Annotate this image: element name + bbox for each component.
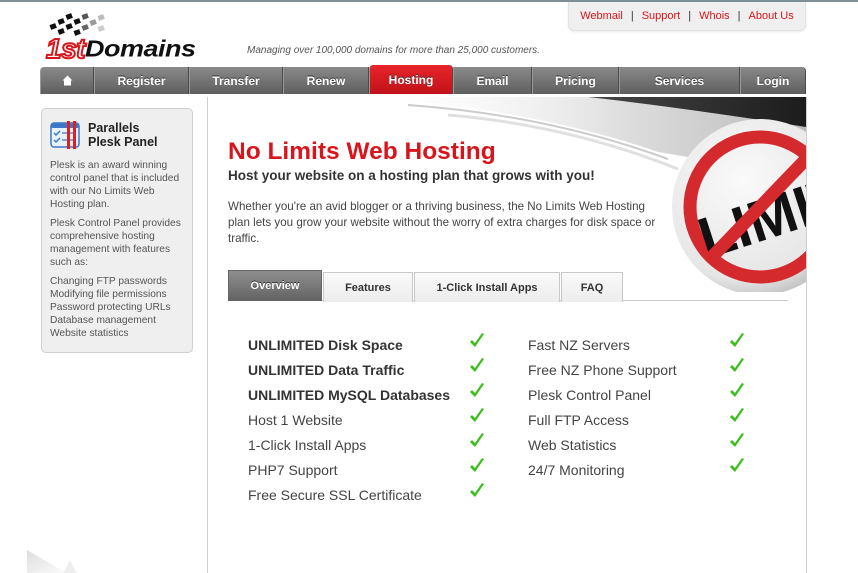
sidebar-header: Parallels Plesk Panel: [50, 119, 184, 151]
nav-services[interactable]: Services: [619, 67, 740, 94]
logo-rest: Domains: [84, 36, 196, 62]
feature-row: Host 1 Website: [248, 408, 498, 435]
nav-login[interactable]: Login: [740, 67, 806, 94]
feature-label: Fast NZ Servers: [528, 337, 630, 353]
sidebar-feature-list: Changing FTP passwords Modifying file pe…: [50, 275, 184, 340]
features-right-list: Fast NZ Servers Free NZ Phone Support Ples…: [528, 333, 758, 485]
page-subtitle: Host your website on a hosting plan that…: [228, 168, 595, 183]
feature-label: PHP7 Support: [248, 462, 338, 478]
checkmark-icon: [730, 408, 744, 422]
utility-links: Webmail | Support | Whois | About Us: [568, 2, 806, 31]
nav-register[interactable]: Register: [94, 67, 189, 94]
sidebar-feature: Password protecting URLs: [50, 302, 171, 313]
nav-hosting[interactable]: Hosting: [369, 65, 453, 94]
feature-label: Free NZ Phone Support: [528, 362, 677, 378]
sidebar-para-1: Plesk is an award winning control panel …: [50, 160, 180, 210]
no-limits-badge: LIMITS: [672, 119, 806, 292]
separator: |: [688, 10, 692, 22]
nav-renew[interactable]: Renew: [283, 67, 369, 94]
sidebar-title: Parallels Plesk Panel: [88, 121, 158, 149]
sidebar-feature: Changing FTP passwords: [50, 276, 168, 287]
nav-email[interactable]: Email: [453, 67, 532, 94]
feature-label: Plesk Control Panel: [528, 387, 651, 403]
feature-row: Full FTP Access: [528, 408, 758, 435]
plesk-sidebar-box: Parallels Plesk Panel Plesk is an award …: [41, 108, 193, 353]
main-nav: Register Transfer Renew Hosting Email Pr…: [40, 65, 806, 94]
checkmark-icon: [470, 408, 484, 422]
feature-row: 1-Click Install Apps: [248, 433, 498, 460]
features-left-list: UNLIMITED Disk Space UNLIMITED Data Traff…: [248, 333, 498, 510]
feature-label: Free Secure SSL Certificate: [248, 487, 422, 503]
webmail-link[interactable]: Webmail: [580, 10, 623, 22]
checkmark-icon: [470, 333, 484, 347]
corner-swoosh: [27, 550, 77, 573]
sidebar-feature: Modifying file permissions: [50, 289, 167, 300]
home-icon: [62, 75, 72, 86]
plesk-panel-icon: [50, 121, 80, 149]
checkmark-icon: [730, 458, 744, 472]
nav-transfer[interactable]: Transfer: [189, 67, 283, 94]
tagline: Managing over 100,000 domains for more t…: [247, 45, 540, 56]
intro-paragraph: Whether you're an avid blogger or a thri…: [228, 200, 656, 245]
feature-label: Web Statistics: [528, 437, 617, 453]
about-us-link[interactable]: About Us: [749, 10, 794, 22]
feature-row: UNLIMITED MySQL Databases: [248, 383, 498, 410]
content-right-border: [806, 97, 807, 573]
feature-label: UNLIMITED Data Traffic: [248, 362, 405, 378]
sidebar-feature: Database management: [50, 315, 156, 326]
checkmark-icon: [470, 458, 484, 472]
feature-row: Plesk Control Panel: [528, 383, 758, 410]
checkmark-icon: [730, 383, 744, 397]
logo-wordmark: 1stDomains: [45, 33, 196, 65]
support-link[interactable]: Support: [642, 10, 681, 22]
feature-label: 1-Click Install Apps: [248, 437, 367, 453]
feature-label: UNLIMITED Disk Space: [248, 337, 403, 353]
page-title: No Limits Web Hosting: [228, 138, 496, 165]
feature-row: UNLIMITED Data Traffic: [248, 358, 498, 385]
tab-features[interactable]: Features: [323, 272, 413, 302]
nav-home[interactable]: [40, 67, 94, 94]
feature-row: 24/7 Monitoring: [528, 458, 758, 485]
nav-pricing[interactable]: Pricing: [532, 67, 619, 94]
feature-row: UNLIMITED Disk Space: [248, 333, 498, 360]
checkmark-icon: [470, 433, 484, 447]
feature-label: Host 1 Website: [248, 412, 343, 428]
content-tabs: Overview Features 1-Click Install Apps F…: [228, 270, 788, 302]
checkmark-icon: [470, 358, 484, 372]
feature-label: 24/7 Monitoring: [528, 462, 625, 478]
logo-first: 1st: [45, 33, 86, 65]
feature-label: Full FTP Access: [528, 412, 629, 428]
feature-row: Web Statistics: [528, 433, 758, 460]
whois-link[interactable]: Whois: [699, 10, 730, 22]
checkmark-icon: [470, 483, 484, 497]
site-logo[interactable]: 1stDomains: [44, 10, 244, 65]
feature-label: UNLIMITED MySQL Databases: [248, 387, 451, 403]
sidebar-feature: Website statistics: [50, 328, 129, 339]
tab-faq[interactable]: FAQ: [561, 272, 623, 302]
tab-1-click-install-apps[interactable]: 1-Click Install Apps: [414, 272, 560, 302]
sidebar-title-line2: Plesk Panel: [88, 135, 158, 149]
checkmark-icon: [730, 333, 744, 347]
feature-row: PHP7 Support: [248, 458, 498, 485]
feature-row: Free NZ Phone Support: [528, 358, 758, 385]
checkmark-icon: [730, 358, 744, 372]
checkmark-icon: [730, 433, 744, 447]
feature-row: Fast NZ Servers: [528, 333, 758, 360]
sidebar-para-2: Plesk Control Panel provides comprehensi…: [50, 218, 181, 268]
separator: |: [737, 10, 741, 22]
sidebar-title-line1: Parallels: [88, 121, 140, 135]
checkmark-icon: [470, 383, 484, 397]
tab-overview[interactable]: Overview: [228, 270, 322, 301]
feature-row: Free Secure SSL Certificate: [248, 483, 498, 510]
column-divider: [207, 97, 208, 573]
separator: |: [630, 10, 634, 22]
